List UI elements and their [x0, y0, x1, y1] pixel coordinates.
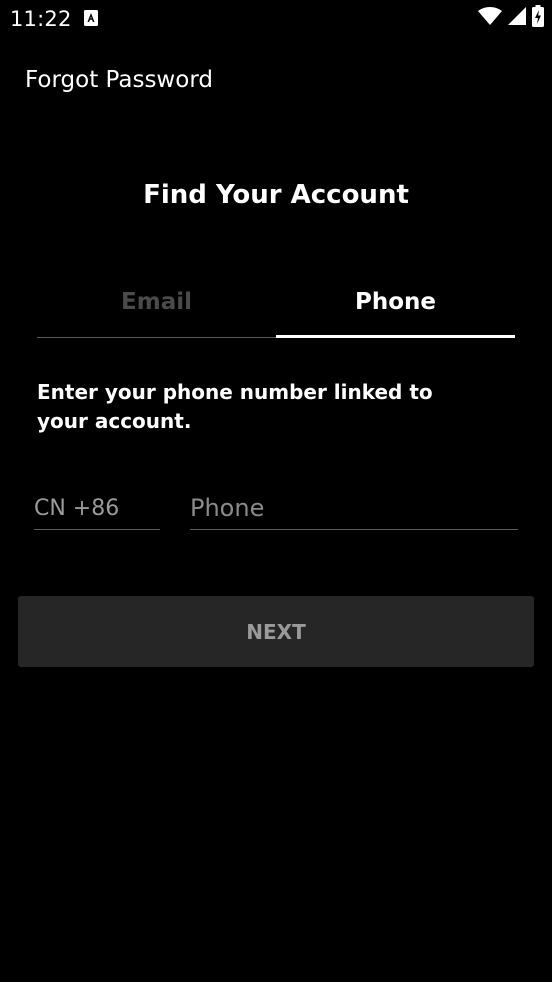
status-time: 11:22 — [10, 7, 72, 31]
a-notification-icon — [84, 10, 98, 26]
status-icons — [478, 4, 544, 32]
forgot-password-screen: 11:22 Forgot Password Find Your Account … — [0, 0, 552, 982]
app-bar-title: Forgot Password — [25, 67, 213, 93]
country-code-selector[interactable]: CN +86 — [34, 494, 160, 530]
tab-phone[interactable]: Phone — [276, 268, 515, 336]
wifi-icon — [478, 6, 502, 30]
instruction-text: Enter your phone number linked to your a… — [37, 380, 433, 433]
next-button[interactable]: NEXT — [18, 596, 534, 667]
signal-icon — [508, 6, 526, 30]
battery-charging-icon — [532, 4, 544, 32]
page-title: Find Your Account — [143, 180, 409, 210]
tab-email[interactable]: Email — [37, 268, 276, 336]
country-code-value: CN +86 — [34, 496, 120, 521]
tab-bar: Email Phone — [37, 268, 515, 340]
phone-input[interactable] — [190, 486, 518, 530]
tab-selected-indicator — [276, 335, 515, 338]
status-bar: 11:22 — [0, 0, 552, 38]
